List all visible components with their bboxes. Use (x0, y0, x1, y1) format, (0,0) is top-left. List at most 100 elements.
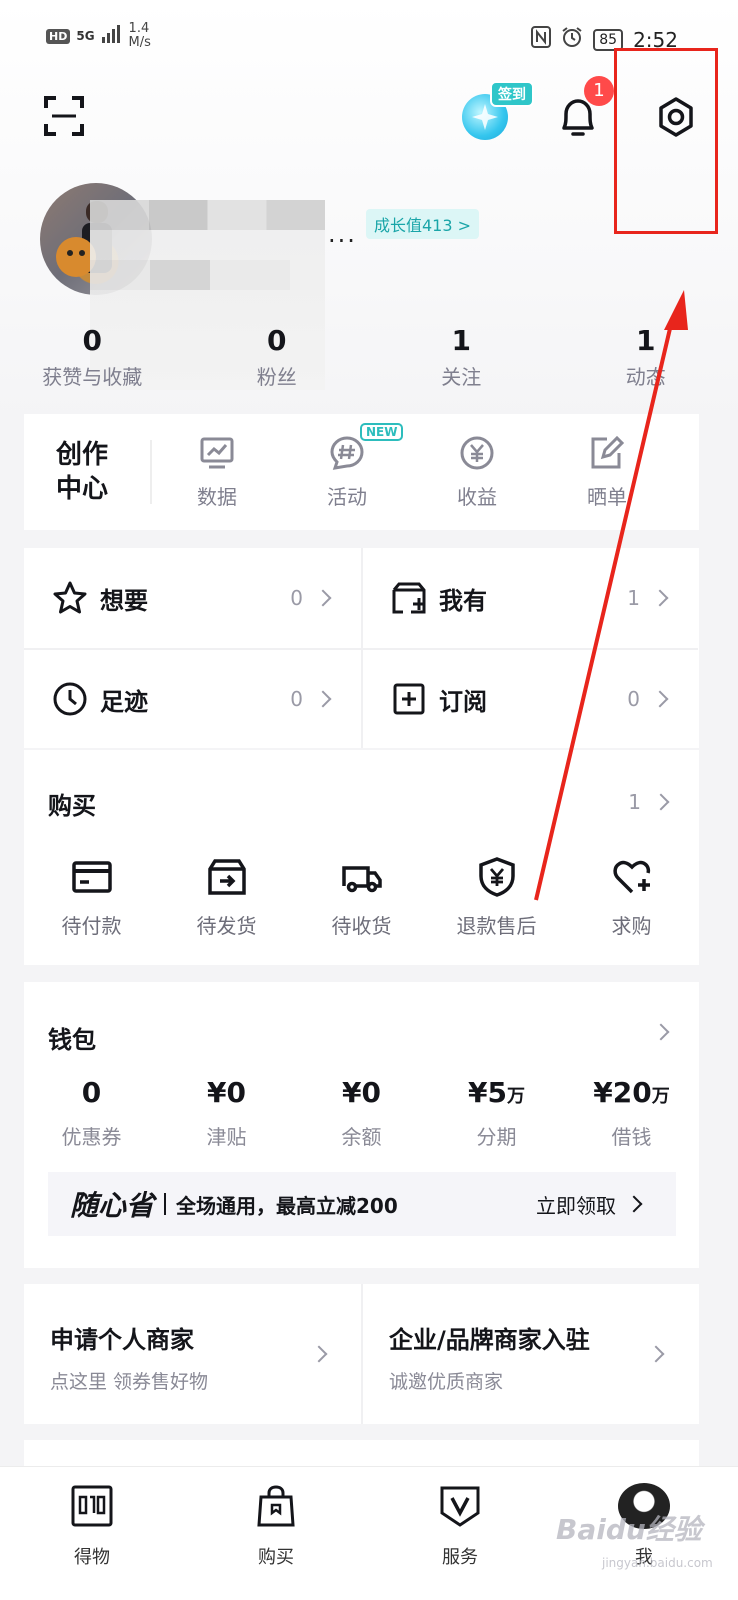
order-pending-shipment[interactable]: 待发货 (159, 856, 294, 939)
order-pending-receipt[interactable]: 待收货 (294, 856, 429, 939)
wallet-unit: 万 (651, 1086, 670, 1107)
shield-v-icon (437, 1483, 483, 1529)
enterprise-merchant-join[interactable]: 企业/品牌商家入驻 诚邀优质商家 (361, 1284, 698, 1424)
order-pending-payment[interactable]: 待付款 (24, 856, 159, 939)
username-ellipsis: ... (328, 220, 357, 248)
creation-item-label: 数据 (197, 484, 237, 509)
creation-item-data[interactable]: 数据 (152, 435, 282, 510)
shortcut-have[interactable]: 我有 1 (361, 548, 698, 648)
watermark-text: Baidu经验 (556, 1513, 702, 1546)
stat-likes[interactable]: 0 获赞与收藏 (0, 324, 185, 390)
stat-value: 1 (636, 324, 656, 357)
creation-item-earnings[interactable]: 收益 (412, 435, 542, 510)
package-out-icon (206, 856, 248, 898)
stat-fans[interactable]: 0 粉丝 (185, 324, 370, 390)
card-icon (71, 856, 113, 898)
stat-posts[interactable]: 1 动态 (554, 324, 738, 390)
order-refund-aftersale[interactable]: 退款售后 (429, 856, 564, 939)
creation-item-label: 活动 (327, 484, 367, 509)
wallet-label: 分期 (476, 1125, 517, 1149)
wallet-amount: ¥20 (593, 1076, 652, 1109)
growth-value-badge[interactable]: 成长值413 > (366, 209, 480, 239)
shortcut-label: 想要 (100, 586, 148, 615)
creation-item-showoff[interactable]: 晒单 (542, 435, 672, 510)
shield-yen-icon (476, 856, 518, 898)
wallet-amount: ¥0 (342, 1076, 381, 1109)
order-status-label: 待发货 (196, 914, 257, 938)
chevron-right-icon (652, 1023, 670, 1041)
profile-stats: 0 获赞与收藏 0 粉丝 1 关注 1 动态 (0, 324, 738, 390)
chevron-right-icon (625, 1195, 643, 1213)
shortcut-count: 0 (627, 687, 669, 711)
shortcut-history[interactable]: 足迹 0 (24, 648, 361, 748)
new-badge: NEW (360, 422, 404, 441)
wallet-more-link[interactable] (652, 1023, 670, 1041)
wallet-label: 津贴 (206, 1125, 247, 1149)
wallet-loan[interactable]: ¥20万 借钱 (564, 1076, 699, 1150)
wallet-installment[interactable]: ¥5万 分期 (429, 1076, 564, 1150)
purchase-all-link[interactable]: 1 (628, 790, 670, 814)
star-icon (52, 580, 88, 616)
promo-cta-label: 立即领取 (536, 1193, 616, 1218)
promo-banner[interactable]: 随心省 全场通用，最高立减200 立即领取 (48, 1172, 676, 1236)
wallet-amount: ¥0 (207, 1076, 246, 1109)
wallet-coupons[interactable]: 0 优惠券 (24, 1076, 159, 1150)
wallet-title: 钱包 (48, 1026, 96, 1054)
edit-icon (589, 435, 625, 471)
notification-badge: 1 (584, 76, 614, 106)
merchant-subtitle: 诚邀优质商家 (389, 1371, 504, 1393)
wallet-value: ¥5万 (429, 1076, 564, 1109)
tab-purchase[interactable]: 购买 (184, 1467, 368, 1600)
tab-label: 购买 (258, 1547, 294, 1568)
stat-label: 获赞与收藏 (42, 365, 143, 389)
stat-label: 粉丝 (256, 365, 297, 389)
stat-value: 1 (451, 324, 471, 357)
purchase-status-row: 待付款 待发货 待收货 退款售后 求购 (24, 856, 699, 939)
stat-value: 0 (267, 324, 287, 357)
wallet-label: 优惠券 (61, 1125, 122, 1149)
watermark-url: jingyan.baidu.com (602, 1556, 713, 1570)
speed-unit: M/s (128, 35, 151, 50)
shortcut-subscribe[interactable]: 订阅 0 (361, 648, 698, 748)
creation-center-title[interactable]: 创作 中心 (24, 440, 152, 504)
scan-icon[interactable] (44, 96, 84, 136)
shopping-bag-icon (253, 1483, 299, 1529)
shortcut-label: 足迹 (100, 687, 148, 716)
shortcut-want[interactable]: 想要 0 (24, 548, 361, 648)
plus-square-icon (391, 681, 427, 717)
nfc-icon (531, 26, 552, 53)
sign-in-button[interactable]: 签到 (490, 81, 534, 107)
creation-item-activity[interactable]: NEW 活动 (282, 422, 412, 510)
tab-label: 服务 (442, 1547, 478, 1568)
shortcut-grid-card: 想要 0 我有 1 足迹 0 订阅 0 (24, 548, 699, 748)
network-indicator: 5G (76, 29, 95, 43)
stat-following[interactable]: 1 关注 (369, 324, 554, 390)
box-plus-icon (391, 580, 427, 616)
speed-value: 1.4 (128, 21, 150, 36)
order-want-to-buy[interactable]: 求购 (564, 856, 699, 939)
tab-label: 得物 (74, 1547, 110, 1568)
apply-personal-merchant[interactable]: 申请个人商家 点这里 领券售好物 (24, 1284, 361, 1424)
count-value: 0 (290, 586, 303, 610)
status-bar-left: HD 5G 1.4 M/s (46, 22, 151, 50)
hd-indicator: HD (46, 28, 71, 44)
wallet-amount: ¥5 (468, 1076, 507, 1109)
tab-home[interactable]: 得物 (0, 1467, 184, 1600)
wallet-allowance[interactable]: ¥0 津贴 (159, 1076, 294, 1150)
promo-claim-button[interactable]: 立即领取 (536, 1190, 643, 1219)
wallet-amount: 0 (81, 1076, 102, 1109)
count-value: 1 (627, 586, 640, 610)
dewu-logo-icon (69, 1483, 115, 1529)
merchant-card: 申请个人商家 点这里 领券售好物 企业/品牌商家入驻 诚邀优质商家 (24, 1284, 699, 1424)
shortcut-label: 我有 (439, 586, 487, 615)
creation-title-line1: 创作 (56, 440, 109, 470)
shortcut-count: 0 (290, 586, 332, 610)
chevron-right-icon (651, 589, 669, 607)
merchant-subtitle: 点这里 领券售好物 (50, 1371, 209, 1393)
chevron-right-icon (651, 690, 669, 708)
chevron-right-icon (314, 690, 332, 708)
tab-service[interactable]: 服务 (368, 1467, 552, 1600)
wallet-balance[interactable]: ¥0 余额 (294, 1076, 429, 1150)
yen-circle-icon (459, 435, 495, 471)
order-status-label: 待收货 (331, 914, 392, 938)
